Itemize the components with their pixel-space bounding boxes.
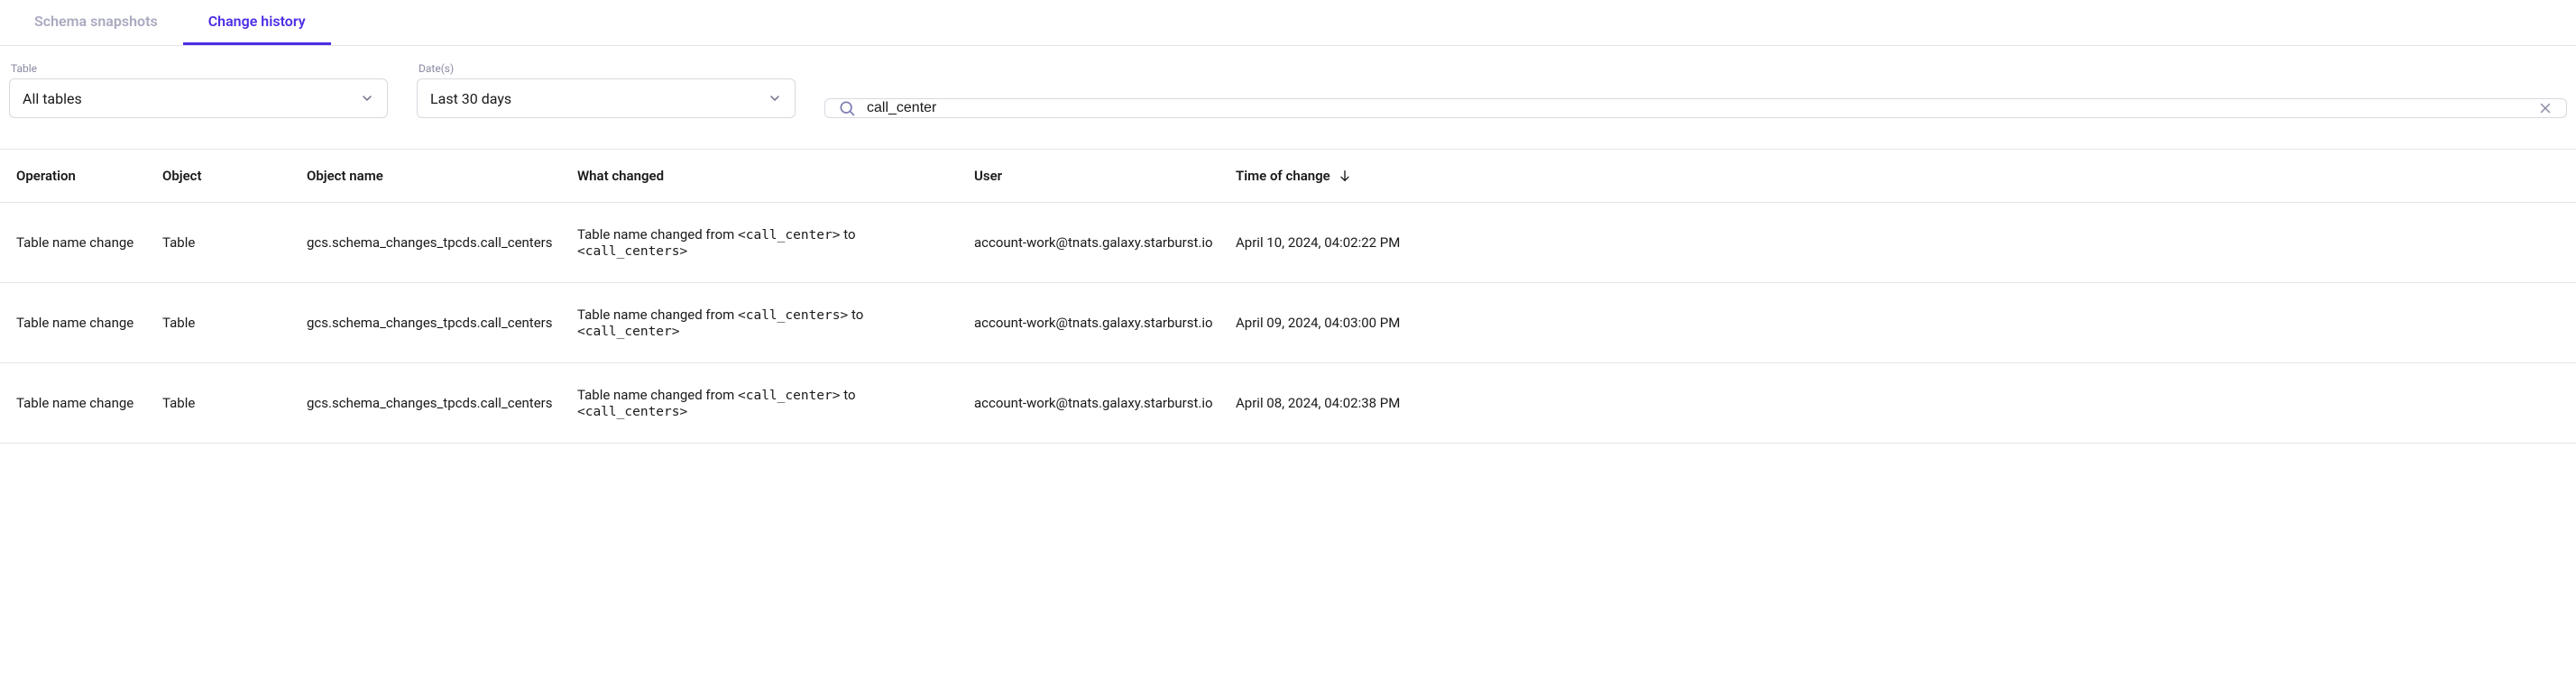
table-row: Table name change Table gcs.schema_chang… [0,363,2576,444]
col-user[interactable]: User [965,150,1227,203]
col-time-of-change[interactable]: Time of change [1227,150,2576,203]
cell-operation: Table name change [0,363,153,444]
search-field-wrap[interactable] [824,98,2567,118]
filter-dates-group: Date(s) Last 30 days [417,62,796,118]
chevron-down-icon [360,91,374,105]
col-object-name[interactable]: Object name [298,150,568,203]
change-history-table: Operation Object Object name What change… [0,149,2576,444]
table-row: Table name change Table gcs.schema_chang… [0,283,2576,363]
cell-what-changed: Table name changed from <call_center> to… [568,363,965,444]
col-object[interactable]: Object [153,150,298,203]
cell-user: account-work@tnats.galaxy.starburst.io [965,283,1227,363]
clear-search-icon[interactable] [2537,100,2553,116]
cell-time: April 09, 2024, 04:03:00 PM [1227,283,2576,363]
search-icon [838,99,856,117]
cell-what-changed: Table name changed from <call_center> to… [568,203,965,283]
tab-change-history[interactable]: Change history [183,0,331,45]
filter-dates-label: Date(s) [417,62,796,75]
cell-object: Table [153,363,298,444]
tabs-bar: Schema snapshots Change history [0,0,2576,46]
cell-time: April 08, 2024, 04:02:38 PM [1227,363,2576,444]
search-input[interactable] [867,100,2537,116]
table-header-row: Operation Object Object name What change… [0,150,2576,203]
tab-schema-snapshots[interactable]: Schema snapshots [9,0,183,45]
filter-table-group: Table All tables [9,62,388,118]
filter-dates-select[interactable]: Last 30 days [417,78,796,118]
col-operation[interactable]: Operation [0,150,153,203]
cell-what-changed: Table name changed from <call_centers> t… [568,283,965,363]
sort-descending-icon [1338,169,1352,183]
cell-object: Table [153,283,298,363]
col-what-changed[interactable]: What changed [568,150,965,203]
table-row: Table name change Table gcs.schema_chang… [0,203,2576,283]
cell-object: Table [153,203,298,283]
cell-operation: Table name change [0,283,153,363]
cell-object-name: gcs.schema_changes_tpcds.call_centers [298,283,568,363]
cell-time: April 10, 2024, 04:02:22 PM [1227,203,2576,283]
cell-operation: Table name change [0,203,153,283]
chevron-down-icon [768,91,782,105]
filter-table-select[interactable]: All tables [9,78,388,118]
filters-bar: Table All tables Date(s) Last 30 days . [0,46,2576,134]
filter-table-value: All tables [23,90,82,107]
cell-user: account-work@tnats.galaxy.starburst.io [965,363,1227,444]
cell-user: account-work@tnats.galaxy.starburst.io [965,203,1227,283]
filter-dates-value: Last 30 days [430,90,511,107]
cell-object-name: gcs.schema_changes_tpcds.call_centers [298,203,568,283]
filter-table-label: Table [9,62,388,75]
cell-object-name: gcs.schema_changes_tpcds.call_centers [298,363,568,444]
col-time-label: Time of change [1236,168,1330,184]
